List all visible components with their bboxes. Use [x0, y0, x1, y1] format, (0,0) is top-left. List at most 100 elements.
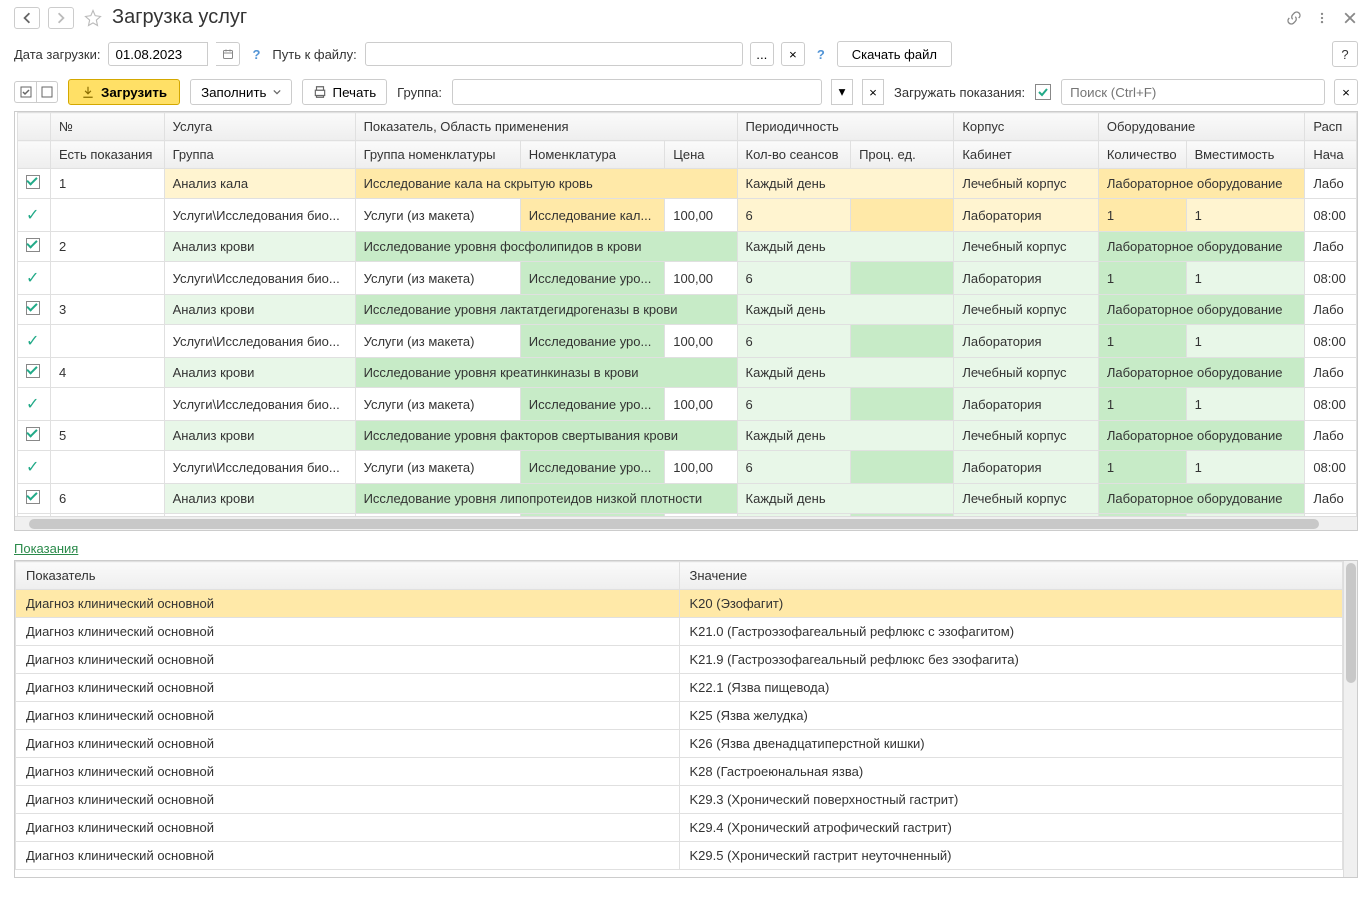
row-period: Каждый день — [737, 421, 954, 451]
load-button[interactable]: Загрузить — [68, 79, 180, 105]
download-file-button[interactable]: Скачать файл — [837, 41, 952, 67]
hdr2-time[interactable]: Нача — [1305, 141, 1357, 169]
table-row[interactable]: ✓ Услуги\Исследования био... Услуги (из … — [18, 325, 1357, 358]
hdr2-group[interactable]: Группа — [164, 141, 355, 169]
path-input[interactable] — [365, 42, 743, 66]
table-row[interactable]: 5 Анализ крови Исследование уровня факто… — [18, 421, 1357, 451]
hdr-period[interactable]: Периодичность — [737, 113, 954, 141]
indications-table[interactable]: Показатель Значение Диагноз клинический … — [15, 561, 1343, 870]
table-row[interactable]: ✓ Услуги\Исследования био... Услуги (из … — [18, 388, 1357, 421]
hdr2-proc[interactable]: Проц. ед. — [851, 141, 954, 169]
table-row[interactable]: 2 Анализ крови Исследование уровня фосфо… — [18, 232, 1357, 262]
indication-row[interactable]: Диагноз клинический основнойK29.3 (Хрони… — [16, 786, 1343, 814]
row-checkbox[interactable] — [18, 358, 51, 388]
group-clear-button[interactable]: × — [862, 79, 884, 105]
row-cap: 1 — [1186, 451, 1305, 484]
path-help-icon[interactable]: ? — [813, 47, 829, 62]
date-input[interactable] — [108, 42, 208, 66]
indication-row[interactable]: Диагноз клинический основнойK29.4 (Хрони… — [16, 814, 1343, 842]
help-button[interactable]: ? — [1332, 41, 1358, 67]
row-empty — [51, 325, 165, 358]
print-button-label: Печать — [333, 85, 377, 100]
table-row[interactable]: 4 Анализ крови Исследование уровня креат… — [18, 358, 1357, 388]
more-icon[interactable] — [1314, 10, 1330, 26]
row-price: 100,00 — [665, 451, 737, 484]
ind-value: K28 (Гастроеюнальная язва) — [679, 758, 1343, 786]
group-dropdown-button[interactable]: ▾ — [831, 79, 853, 105]
row-sessions: 6 — [737, 199, 851, 232]
calendar-icon[interactable] — [216, 42, 240, 66]
hdr-rasp[interactable]: Расп — [1305, 113, 1357, 141]
link-icon[interactable] — [1286, 10, 1302, 26]
group-select[interactable] — [452, 79, 822, 105]
print-button[interactable]: Печать — [302, 79, 388, 105]
check-all-button[interactable] — [14, 81, 36, 103]
row-time: 08:00 — [1305, 262, 1357, 295]
table-row[interactable]: 3 Анализ крови Исследование уровня лакта… — [18, 295, 1357, 325]
hdr-service[interactable]: Услуга — [164, 113, 355, 141]
h-scrollbar[interactable] — [15, 516, 1357, 530]
ind-hdr-value[interactable]: Значение — [679, 562, 1343, 590]
hdr-corpus[interactable]: Корпус — [954, 113, 1099, 141]
ind-indicator: Диагноз клинический основной — [16, 590, 680, 618]
indication-row[interactable]: Диагноз клинический основнойK20 (Эзофаги… — [16, 590, 1343, 618]
hdr2-sessions[interactable]: Кол-во сеансов — [737, 141, 851, 169]
hdr2-has-ind[interactable]: Есть показания — [51, 141, 165, 169]
nav-back-button[interactable] — [14, 7, 40, 29]
row-checkbox[interactable] — [18, 169, 51, 199]
services-table[interactable]: № Услуга Показатель, Область применения … — [17, 112, 1357, 516]
ind-hdr-indicator[interactable]: Показатель — [16, 562, 680, 590]
row-checkbox[interactable] — [18, 232, 51, 262]
hdr-equip[interactable]: Оборудование — [1098, 113, 1304, 141]
row-rasp: Лабо — [1305, 358, 1357, 388]
hdr2-cabinet[interactable]: Кабинет — [954, 141, 1099, 169]
table-row[interactable]: 1 Анализ кала Исследование кала на скрыт… — [18, 169, 1357, 199]
fill-button[interactable]: Заполнить — [190, 79, 291, 105]
row-checkbox[interactable] — [18, 421, 51, 451]
close-icon[interactable] — [1342, 10, 1358, 26]
date-help-icon[interactable]: ? — [248, 47, 264, 62]
table-row[interactable]: ✓ Услуги\Исследования био... Услуги (из … — [18, 451, 1357, 484]
path-clear-button[interactable]: × — [781, 42, 805, 66]
row-proc — [851, 199, 954, 232]
row-time: 08:00 — [1305, 451, 1357, 484]
hdr-num[interactable]: № — [51, 113, 165, 141]
row-checkbox[interactable] — [18, 295, 51, 325]
indication-row[interactable]: Диагноз клинический основнойK29.5 (Хрони… — [16, 842, 1343, 870]
page-title: Загрузка услуг — [112, 6, 247, 29]
row-checkbox[interactable] — [18, 484, 51, 514]
table-row[interactable]: 6 Анализ крови Исследование уровня липоп… — [18, 484, 1357, 514]
uncheck-all-button[interactable] — [36, 81, 58, 103]
indication-row[interactable]: Диагноз клинический основнойK21.0 (Гастр… — [16, 618, 1343, 646]
indication-row[interactable]: Диагноз клинический основнойK21.9 (Гастр… — [16, 646, 1343, 674]
nav-forward-button[interactable] — [48, 7, 74, 29]
row-nom: Исследование уро... — [520, 262, 665, 295]
hdr2-nomgroup[interactable]: Группа номенклатуры — [355, 141, 520, 169]
hdr2-qty[interactable]: Количество — [1098, 141, 1186, 169]
search-input[interactable] — [1061, 79, 1325, 105]
table-row[interactable]: ✓ Услуги\Исследования био... Услуги (из … — [18, 262, 1357, 295]
hdr2-price[interactable]: Цена — [665, 141, 737, 169]
row-sessions: 6 — [737, 451, 851, 484]
path-browse-button[interactable]: ... — [750, 42, 774, 66]
row-qty: 1 — [1098, 451, 1186, 484]
indication-row[interactable]: Диагноз клинический основнойK28 (Гастрое… — [16, 758, 1343, 786]
v-scrollbar[interactable] — [1343, 561, 1357, 877]
indication-row[interactable]: Диагноз клинический основнойK26 (Язва дв… — [16, 730, 1343, 758]
favorite-star-icon[interactable] — [82, 7, 104, 29]
row-group: Услуги\Исследования био... — [164, 451, 355, 484]
row-qty: 1 — [1098, 325, 1186, 358]
row-service: Анализ крови — [164, 358, 355, 388]
search-clear-button[interactable]: × — [1334, 79, 1358, 105]
table-row[interactable]: ✓ Услуги\Исследования био... Услуги (из … — [18, 199, 1357, 232]
hdr2-cap[interactable]: Вместимость — [1186, 141, 1305, 169]
row-nomgroup: Услуги (из макета) — [355, 262, 520, 295]
hdr2-nom[interactable]: Номенклатура — [520, 141, 665, 169]
indication-row[interactable]: Диагноз клинический основнойK22.1 (Язва … — [16, 674, 1343, 702]
ind-value: K25 (Язва желудка) — [679, 702, 1343, 730]
load-readings-checkbox[interactable] — [1035, 84, 1051, 100]
indications-title[interactable]: Показания — [0, 531, 1372, 560]
hdr-indicator[interactable]: Показатель, Область применения — [355, 113, 737, 141]
row-empty — [51, 451, 165, 484]
indication-row[interactable]: Диагноз клинический основнойK25 (Язва же… — [16, 702, 1343, 730]
